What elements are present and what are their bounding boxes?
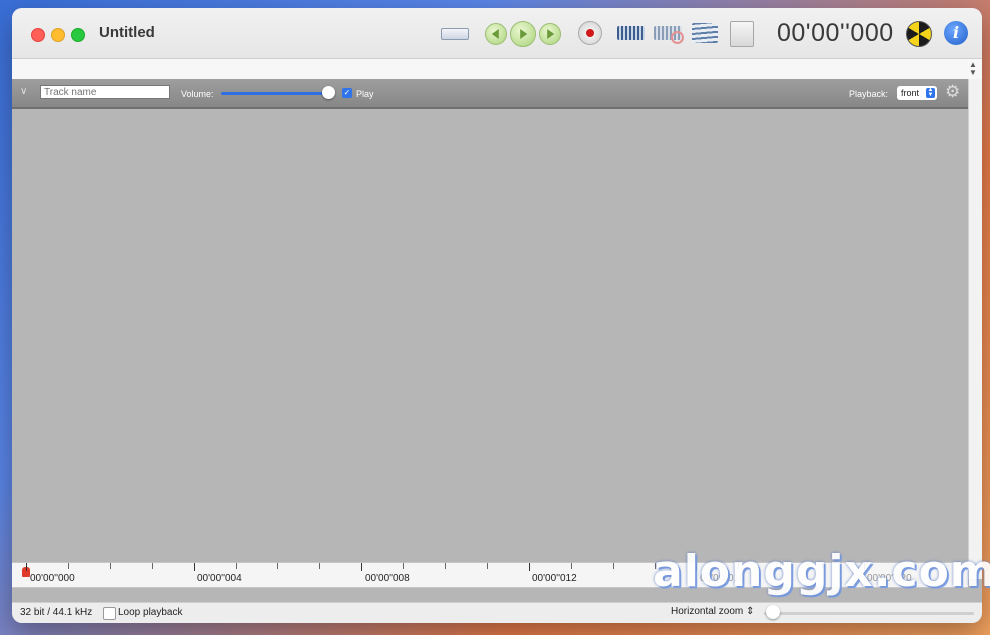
playback-select-value: front [901, 88, 920, 98]
timeline-tick [528, 563, 530, 571]
timeline-tick [445, 563, 446, 569]
horizontal-zoom-slider[interactable] [764, 612, 974, 615]
timeline-tick [319, 563, 321, 569]
play-label: Play [356, 89, 374, 99]
minimize-button[interactable] [51, 28, 65, 42]
zoom-button[interactable] [71, 28, 85, 42]
track-name-input[interactable] [40, 85, 170, 99]
horizontal-zoom-label[interactable]: Horizontal zoom ⇕ [671, 606, 754, 617]
bitrate-label: 32 bit / 44.1 kHz [20, 607, 93, 618]
time-display: 00'00''000 [777, 19, 894, 47]
radiation-icon[interactable] [906, 21, 932, 47]
play-icon[interactable] [510, 21, 536, 47]
watermark: alonggjx.com [653, 546, 990, 597]
play-checkbox[interactable]: ✓ [342, 88, 352, 98]
timeline-tick [193, 563, 195, 571]
info-icon[interactable]: i [944, 21, 968, 45]
timeline-tick [235, 563, 237, 569]
loop-playback-label: Loop playback [118, 607, 183, 618]
timeline-label: 00'00''012 [532, 573, 577, 584]
title-bar: Untitled 00'00''000 i [12, 8, 982, 59]
lines-icon[interactable] [692, 23, 718, 43]
waveform-disabled-icon[interactable] [654, 26, 684, 44]
timeline-label: 00'00''000 [30, 573, 75, 584]
track-controls-bar: ∨ Volume: ✓ Play Playback: front ▲▼ ⚙ [12, 80, 968, 109]
timeline-tick [67, 563, 69, 569]
playback-select[interactable]: front ▲ ▼ [897, 86, 937, 100]
timeline-tick [277, 563, 279, 569]
ruler-icon[interactable] [441, 28, 469, 40]
loop-playback-checkbox[interactable] [103, 607, 116, 620]
playback-label: Playback: [849, 89, 889, 99]
document-icon[interactable] [730, 21, 754, 47]
timeline-tick [612, 563, 614, 569]
timeline-tick [151, 563, 153, 569]
close-button[interactable] [31, 28, 45, 42]
fast-forward-icon[interactable] [539, 23, 561, 45]
app-window: Untitled 00'00''000 i ▲▼ ∨ Volume: ✓ Pla… [12, 8, 982, 623]
vertical-scrollbar[interactable] [968, 79, 982, 579]
waveform-canvas[interactable] [12, 109, 968, 562]
rewind-icon[interactable] [485, 23, 507, 45]
timeline-tick [570, 563, 572, 569]
chevron-updown-icon: ▲ ▼ [926, 87, 935, 98]
track-header-strip [12, 59, 982, 80]
timeline-tick [361, 563, 363, 571]
timeline-tick [26, 563, 27, 571]
volume-slider[interactable] [221, 92, 331, 95]
record-icon[interactable] [578, 21, 602, 45]
chevron-down-icon[interactable]: ∨ [20, 86, 30, 97]
window-title: Untitled [99, 24, 155, 41]
gear-icon[interactable]: ⚙ [945, 83, 963, 101]
volume-slider-knob[interactable] [322, 86, 335, 99]
timeline-tick [486, 563, 488, 569]
track-stepper[interactable]: ▲ ▼ [968, 61, 978, 77]
timeline-tick [109, 563, 111, 569]
horizontal-zoom-knob[interactable] [766, 605, 780, 619]
timeline-label: 00'00''008 [365, 573, 410, 584]
timeline-label: 00'00''004 [197, 573, 242, 584]
waveform-icon[interactable] [617, 26, 645, 40]
volume-label: Volume: [181, 89, 214, 99]
timeline-tick [403, 563, 405, 569]
